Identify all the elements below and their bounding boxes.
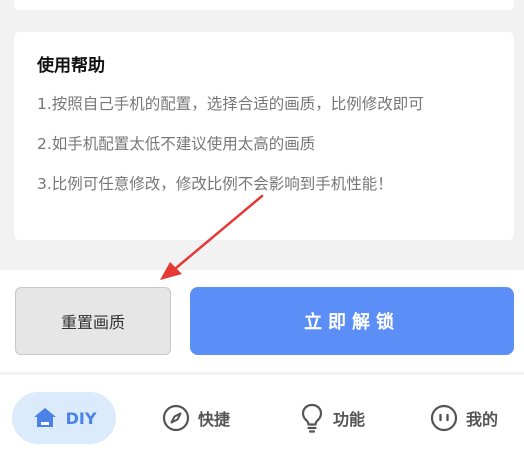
home-icon: [32, 406, 58, 430]
tab-function[interactable]: 功能: [299, 392, 365, 444]
unlock-button[interactable]: 立即解锁: [190, 287, 514, 355]
tab-diy[interactable]: DIY: [12, 392, 116, 444]
tab-function-label: 功能: [333, 410, 366, 429]
tab-quick[interactable]: 快捷: [162, 392, 230, 444]
settings-card-bottom: [14, 0, 514, 10]
face-icon: [430, 404, 458, 432]
tab-mine-label: 我的: [466, 410, 499, 429]
help-line-2: 2.如手机配置太低不建议使用太高的画质: [37, 135, 316, 153]
bottom-tab-bar: DIY 快捷 功能 我的: [0, 375, 524, 458]
reset-quality-button[interactable]: 重置画质: [15, 287, 171, 355]
help-title: 使用帮助: [37, 56, 105, 76]
help-card: 使用帮助 1.按照自己手机的配置，选择合适的画质，比例修改即可 2.如手机配置太…: [14, 32, 514, 240]
action-bar: 重置画质 立即解锁: [0, 270, 524, 372]
help-line-3: 3.比例可任意修改，修改比例不会影响到手机性能！: [37, 175, 393, 193]
compass-icon: [162, 404, 190, 432]
tab-quick-label: 快捷: [198, 410, 231, 429]
tab-mine[interactable]: 我的: [430, 392, 498, 444]
tab-diy-label: DIY: [65, 408, 97, 428]
lightbulb-icon: [299, 402, 325, 434]
help-line-1: 1.按照自己手机的配置，选择合适的画质，比例修改即可: [37, 95, 424, 113]
